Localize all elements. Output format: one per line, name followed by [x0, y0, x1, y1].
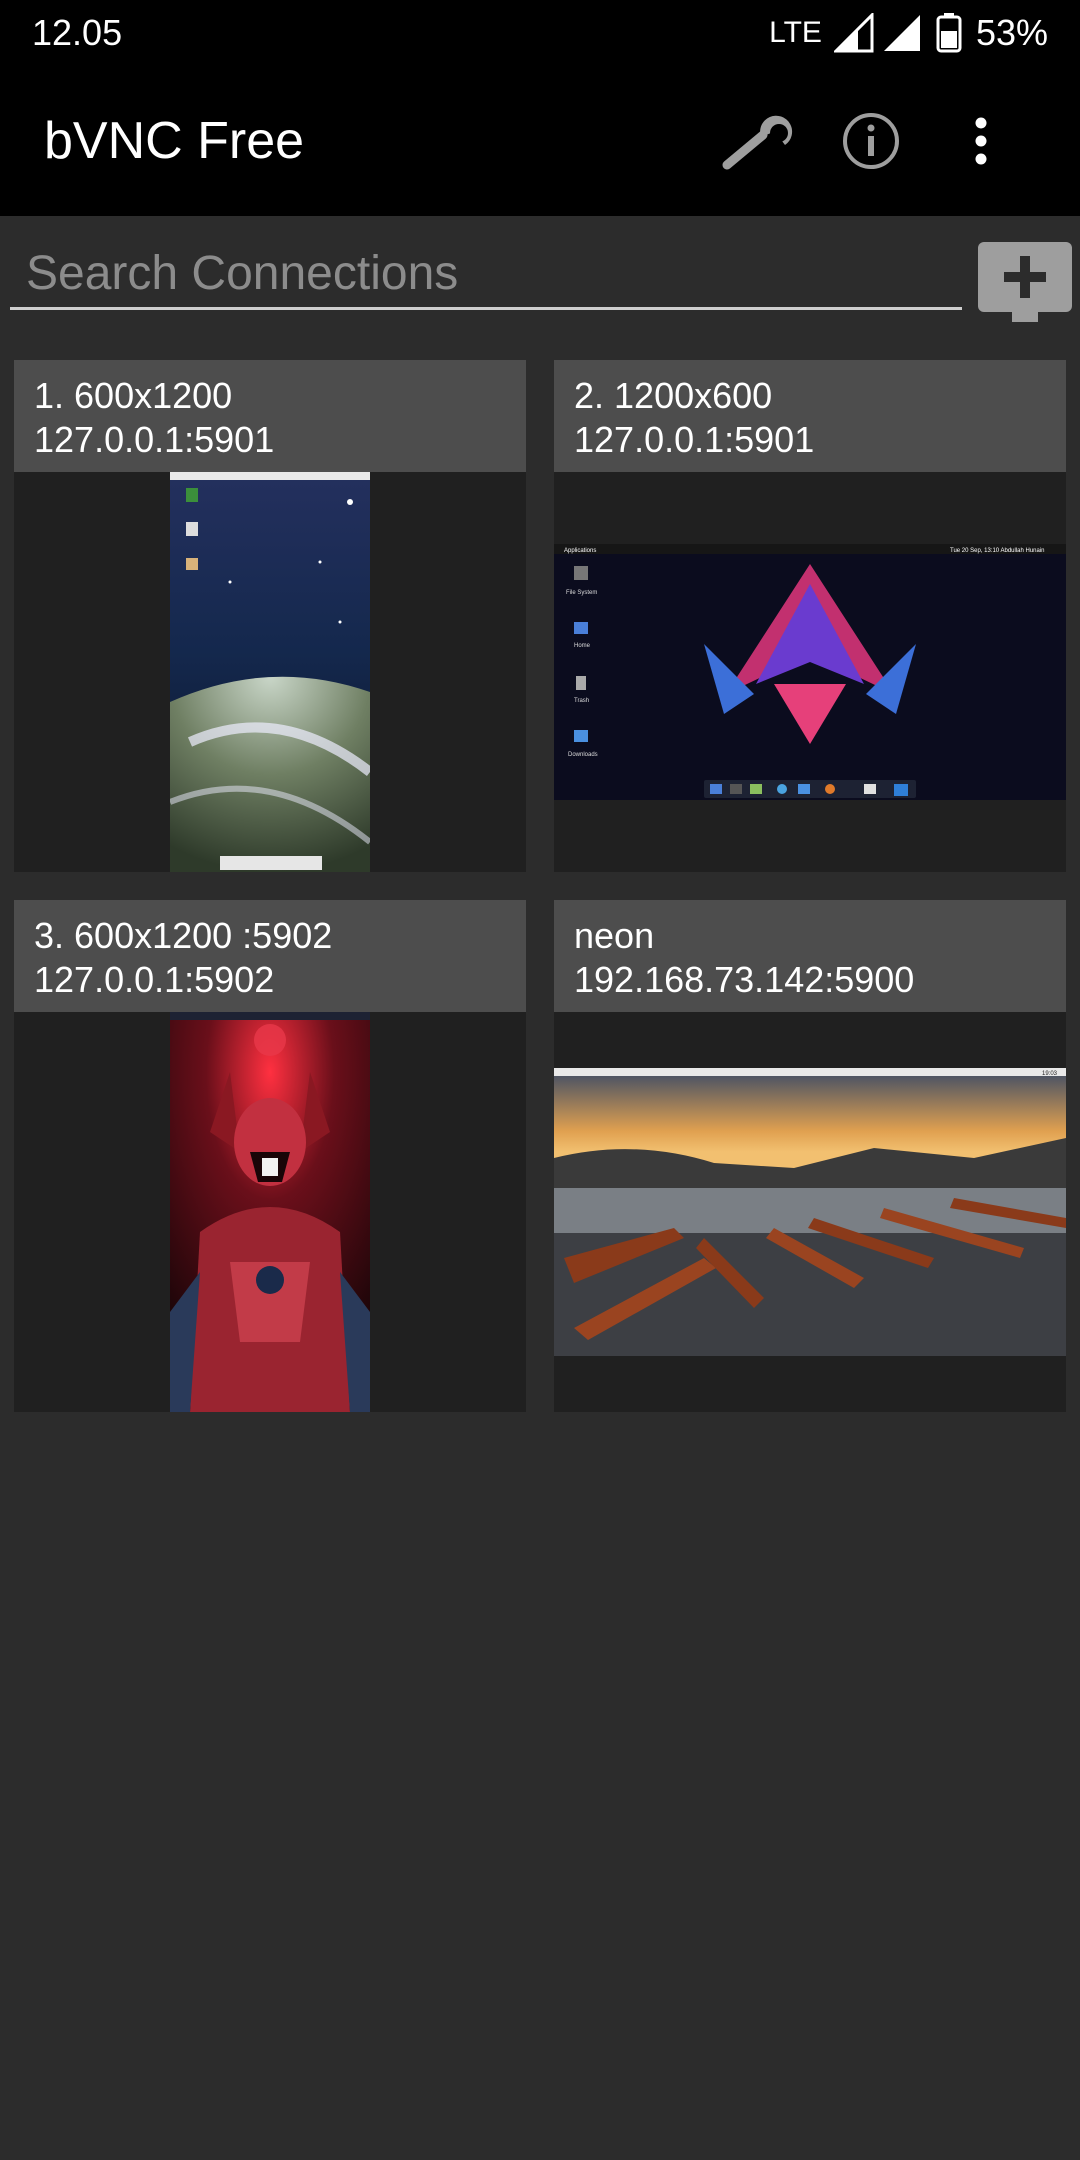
app-title: bVNC Free — [44, 112, 305, 170]
connection-name: neon — [574, 915, 655, 956]
connection-address: 127.0.0.1:5902 — [34, 959, 275, 1000]
connection-thumbnail — [170, 1012, 370, 1412]
overflow-menu-button[interactable] — [926, 86, 1036, 196]
status-bar: 12.05 LTE 53% — [0, 0, 1080, 66]
add-monitor-icon — [978, 242, 1072, 322]
connection-name: 1. 600x1200 — [34, 375, 233, 416]
connections-grid: 1. 600x1200 127.0.0.1:5901 2. 1200x600 1… — [14, 360, 1066, 1412]
connection-name: 3. 600x1200 :5902 — [34, 915, 333, 956]
signal-icon — [833, 13, 874, 53]
connection-address: 127.0.0.1:5901 — [34, 419, 275, 460]
settings-button[interactable] — [706, 86, 816, 196]
search-row — [0, 216, 1080, 326]
signal-full-icon — [883, 15, 920, 51]
connection-card[interactable]: 2. 1200x600 127.0.0.1:5901 Applications … — [554, 360, 1066, 872]
thumb-clock-label: Tue 20 Sep, 13:10 Abdullah Hunain — [950, 548, 1045, 554]
info-icon — [843, 113, 899, 169]
search-connections-input[interactable] — [10, 240, 962, 310]
connection-header: 2. 1200x600 127.0.0.1:5901 — [554, 360, 1066, 472]
connection-name: 2. 1200x600 — [574, 375, 773, 416]
wrench-icon — [722, 115, 793, 170]
connection-address: 192.168.73.142:5900 — [574, 959, 915, 1000]
network-type: LTE — [769, 16, 822, 49]
thumb-icon-label: Downloads — [568, 752, 598, 758]
connection-header: neon 192.168.73.142:5900 — [554, 900, 1066, 1012]
new-connection-button[interactable] — [976, 240, 1074, 336]
connection-card[interactable]: 3. 600x1200 :5902 127.0.0.1:5902 — [14, 900, 526, 1412]
thumb-icon-label: Home — [574, 643, 591, 649]
status-time: 12.05 — [32, 12, 123, 53]
about-button[interactable] — [816, 86, 926, 196]
connection-thumbnail: 19:03 — [554, 1068, 1066, 1356]
thumb-menu-label: Applications — [564, 548, 596, 554]
connection-header: 3. 600x1200 :5902 127.0.0.1:5902 — [14, 900, 526, 1012]
thumb-icon-label: File System — [566, 590, 597, 596]
connection-header: 1. 600x1200 127.0.0.1:5901 — [14, 360, 526, 472]
overflow-menu-icon — [975, 117, 987, 165]
app-bar: bVNC Free — [0, 66, 1080, 216]
battery-percent: 53% — [975, 12, 1048, 53]
connection-address: 127.0.0.1:5901 — [574, 419, 815, 460]
status-icons: LTE 53% — [769, 12, 1048, 54]
thumb-clock-label: 19:03 — [1042, 1071, 1058, 1077]
connection-card[interactable]: neon 192.168.73.142:5900 19:03 — [554, 900, 1066, 1412]
app-bar-actions — [706, 86, 1036, 196]
battery-icon — [936, 13, 962, 53]
connection-thumbnail: Applications Tue 20 Sep, 13:10 Abdullah … — [554, 544, 1066, 800]
connection-thumbnail — [170, 472, 370, 872]
connection-card[interactable]: 1. 600x1200 127.0.0.1:5901 — [14, 360, 526, 872]
thumb-icon-label: Trash — [574, 698, 589, 704]
